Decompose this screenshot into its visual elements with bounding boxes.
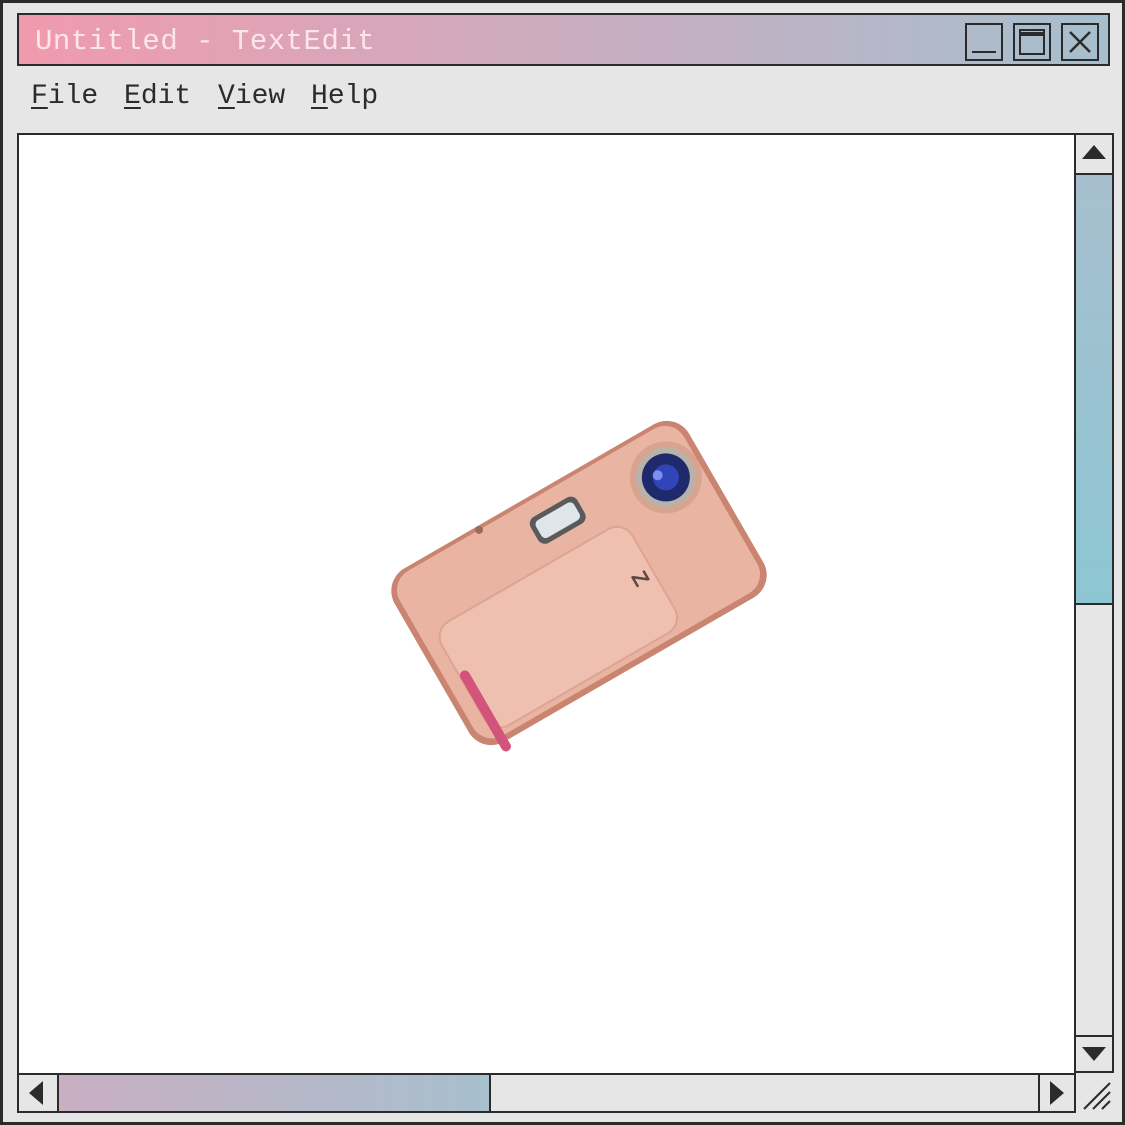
app-window: Untitled - TextEdit File Edit View Help [0,0,1125,1125]
menu-file[interactable]: File [31,81,98,112]
menu-edit-accelerator: E [124,81,141,112]
menu-help-label: elp [327,81,379,112]
resize-grip[interactable] [1076,1075,1114,1113]
maximize-button[interactable] [1013,23,1051,61]
document-area[interactable]: Z [17,133,1074,1073]
menu-bar: File Edit View Help [17,79,1017,123]
vertical-scrollbar[interactable] [1074,133,1114,1073]
menu-view[interactable]: View [218,81,285,112]
minimize-icon [972,51,996,53]
arrow-down-icon [1082,1047,1106,1061]
menu-help-accelerator: H [311,81,328,112]
scroll-right-button[interactable] [1038,1075,1074,1111]
maximize-icon [1019,29,1045,55]
resize-grip-icon [1083,1082,1111,1110]
scroll-up-button[interactable] [1076,135,1112,171]
horizontal-scrollbar[interactable] [17,1073,1076,1113]
menu-edit[interactable]: Edit [124,81,191,112]
minimize-button[interactable] [965,23,1003,61]
menu-file-label: ile [47,81,99,112]
camera-image: Z [391,420,767,752]
close-icon [1069,31,1091,53]
menu-file-accelerator: F [31,81,48,112]
window-title: Untitled - TextEdit [35,25,376,58]
arrow-left-icon [29,1081,43,1105]
vertical-scroll-thumb[interactable] [1076,173,1112,605]
menu-view-accelerator: V [218,81,235,112]
scroll-left-button[interactable] [19,1075,55,1111]
title-bar[interactable]: Untitled - TextEdit [17,13,1110,66]
arrow-right-icon [1050,1081,1064,1105]
close-button[interactable] [1061,23,1099,61]
horizontal-scroll-thumb[interactable] [57,1075,491,1111]
scroll-down-button[interactable] [1076,1035,1112,1071]
menu-help[interactable]: Help [311,81,378,112]
menu-edit-label: dit [140,81,192,112]
menu-view-label: iew [234,81,286,112]
arrow-up-icon [1082,145,1106,159]
